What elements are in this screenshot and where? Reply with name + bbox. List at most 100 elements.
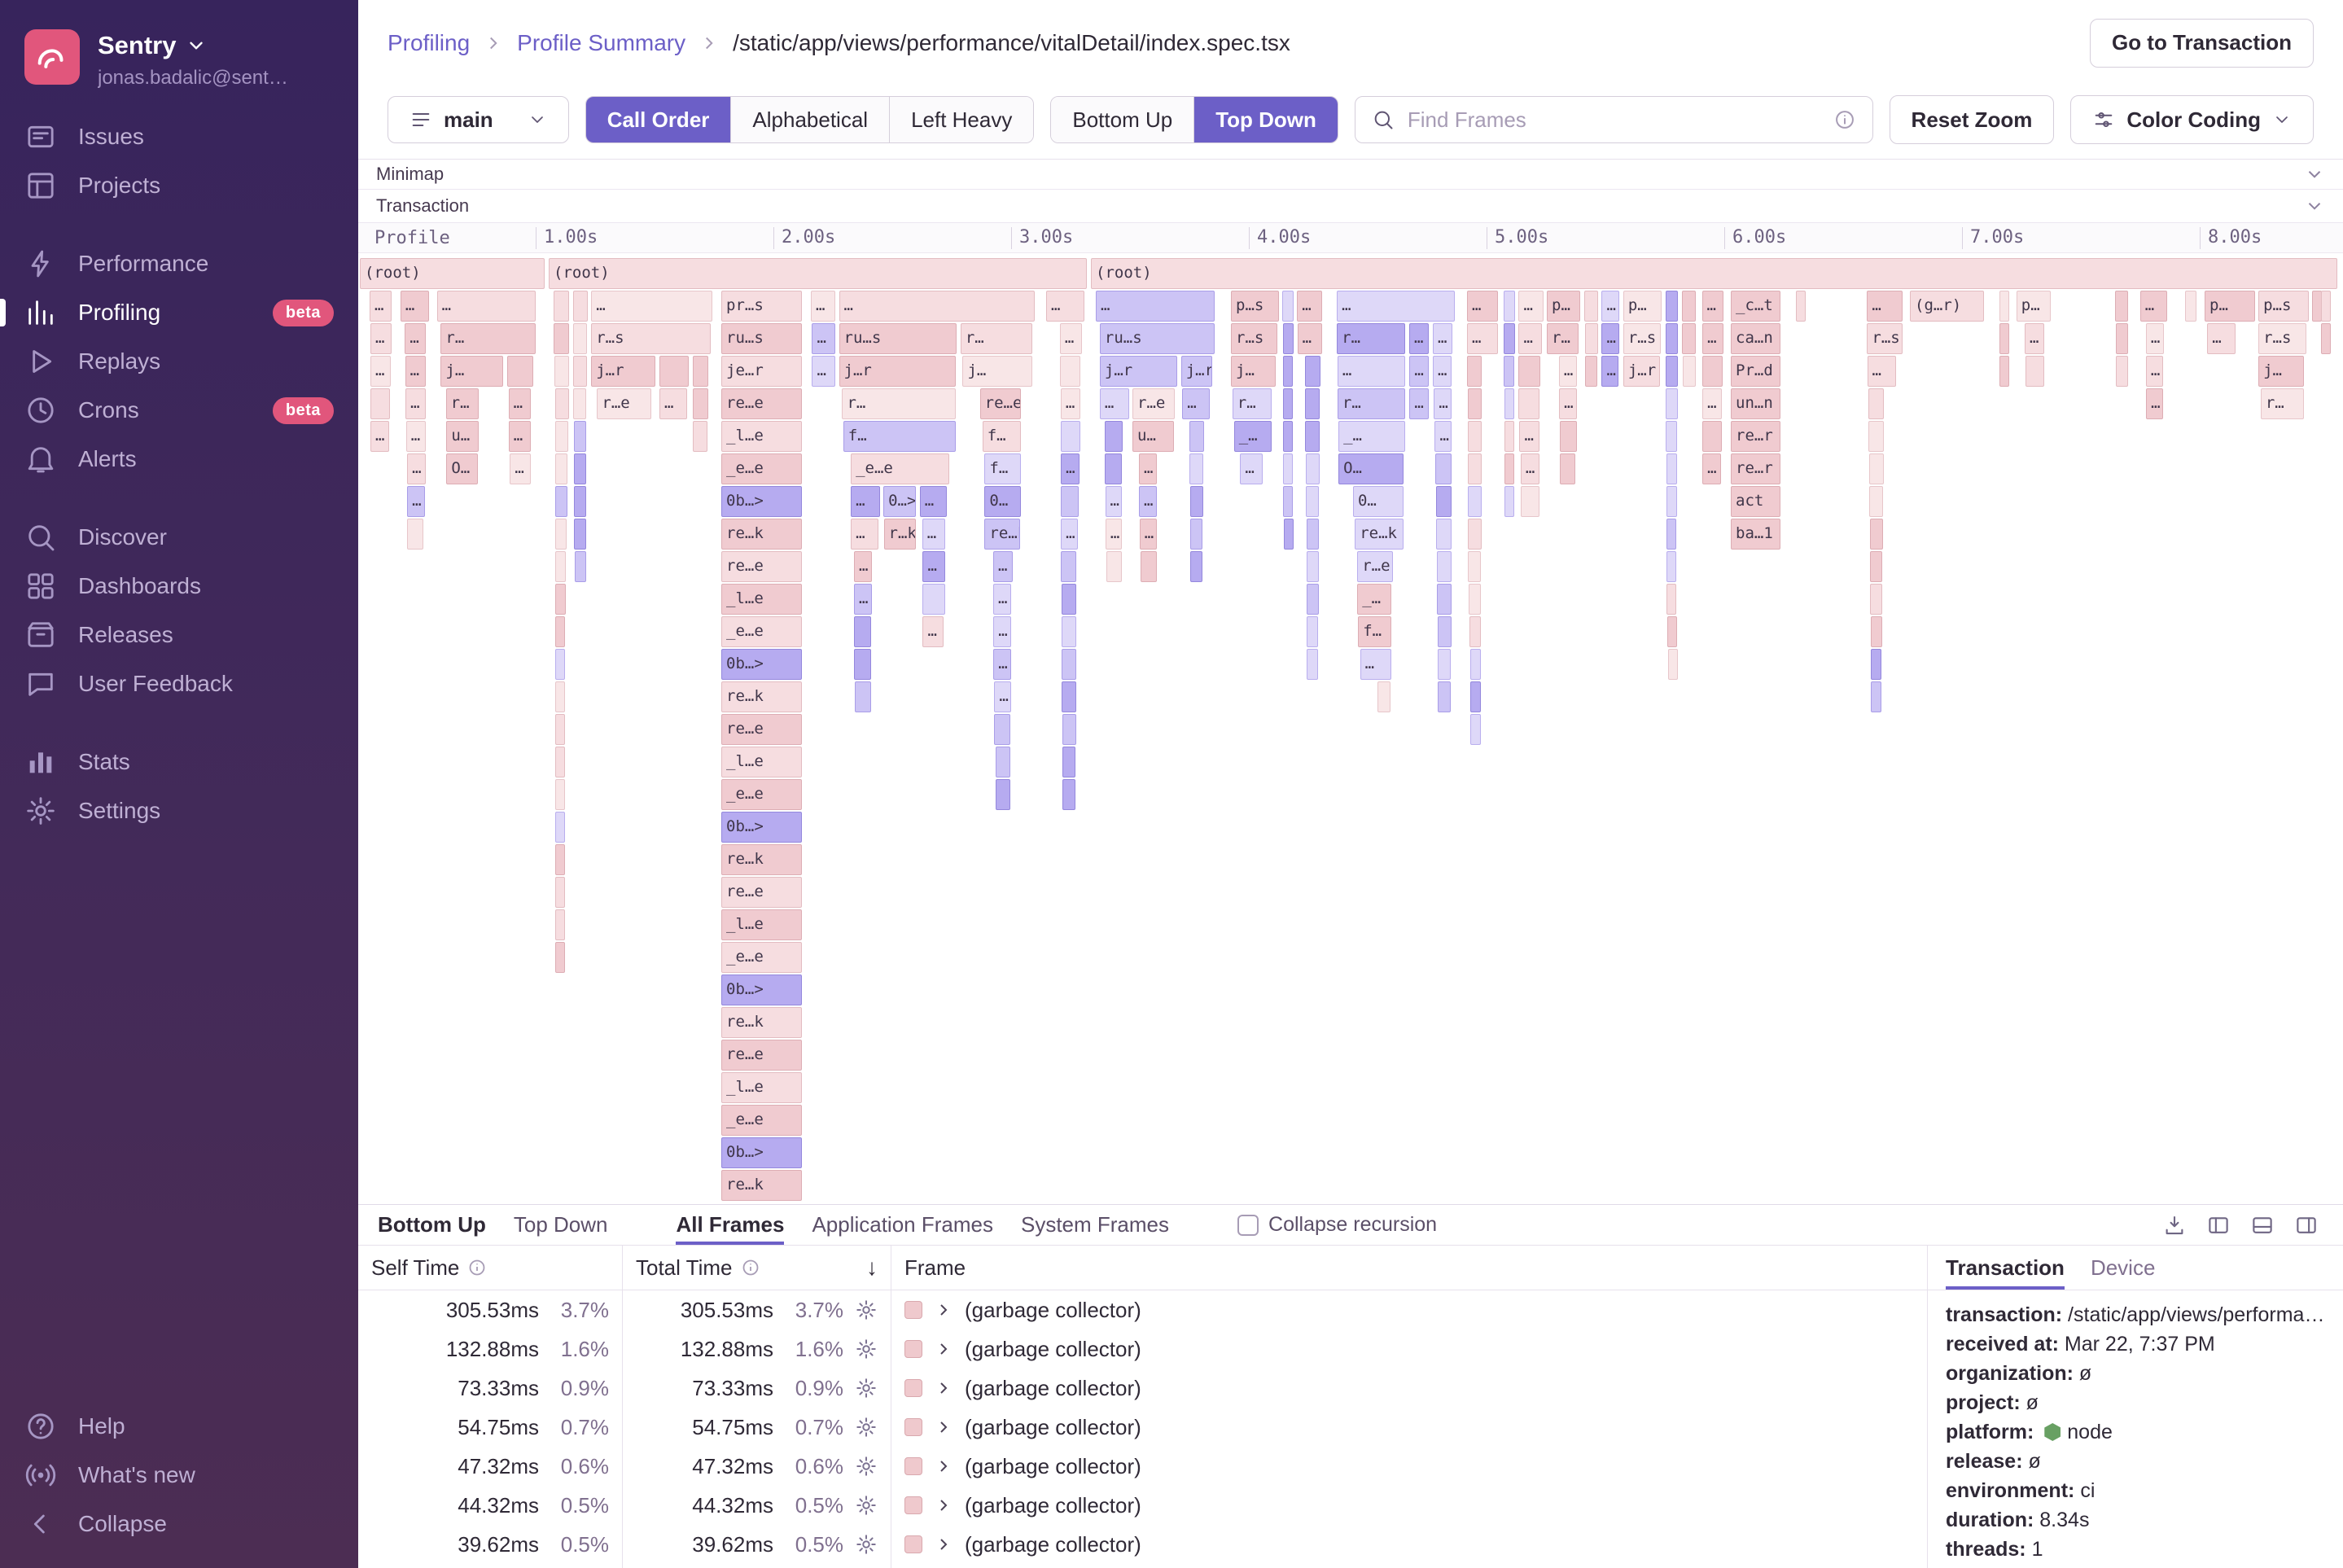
frame-row[interactable]: (garbage collector)	[891, 1447, 1927, 1486]
flame-frame[interactable]	[1190, 551, 1202, 582]
flame-frame[interactable]	[1377, 681, 1391, 712]
flame-frame[interactable]: (root)	[549, 258, 1087, 289]
flame-frame[interactable]	[1140, 551, 1157, 582]
flame-frame[interactable]: ru…s	[1099, 323, 1215, 354]
flame-frame[interactable]: _e…e	[721, 779, 802, 810]
gear-icon[interactable]	[855, 1494, 878, 1517]
flame-frame[interactable]: …	[811, 291, 836, 322]
info-icon[interactable]	[1833, 108, 1856, 131]
flame-frame[interactable]: …	[407, 453, 426, 484]
flame-frame[interactable]	[554, 681, 565, 712]
go-to-transaction-button[interactable]: Go to Transaction	[2089, 18, 2314, 68]
flame-frame[interactable]	[1106, 551, 1123, 582]
flame-frame[interactable]: …	[853, 551, 872, 582]
flame-frame[interactable]: _e…e	[721, 616, 802, 647]
flame-frame[interactable]	[1189, 421, 1204, 452]
flame-frame[interactable]	[572, 323, 588, 354]
flame-frame[interactable]	[1667, 649, 1678, 680]
flame-frame[interactable]: …	[1061, 519, 1078, 550]
flame-frame[interactable]: …	[508, 421, 531, 452]
flame-frame[interactable]	[1438, 681, 1451, 712]
expand-chevron-icon[interactable]	[934, 1496, 953, 1515]
flame-frame[interactable]	[2025, 356, 2045, 387]
flame-frame[interactable]	[1283, 519, 1294, 550]
flame-frame[interactable]	[554, 812, 565, 843]
flame-frame[interactable]: re…k	[1355, 519, 1404, 550]
flame-frame[interactable]: …	[1466, 291, 1499, 322]
self-time-header[interactable]: Self Time	[358, 1246, 622, 1290]
flame-frame[interactable]: (root)	[1091, 258, 2337, 289]
flame-frame[interactable]	[2115, 323, 2129, 354]
flame-frame[interactable]: 0b…>	[721, 1137, 802, 1168]
flame-frame[interactable]: Pr…d	[1731, 356, 1780, 387]
flame-frame[interactable]: re…e	[979, 388, 1021, 419]
flame-frame[interactable]	[1503, 323, 1515, 354]
flame-frame[interactable]: …	[1337, 291, 1455, 322]
flame-frame[interactable]	[692, 356, 708, 387]
flame-frame[interactable]: …	[1360, 649, 1391, 680]
flame-frame[interactable]: r…s	[1623, 323, 1661, 354]
flame-frame[interactable]	[1468, 486, 1482, 517]
flame-frame[interactable]: p…	[1623, 291, 1662, 322]
flame-frame[interactable]	[572, 291, 588, 322]
flame-frame[interactable]: …	[1558, 356, 1577, 387]
flame-frame[interactable]: r…	[1337, 388, 1405, 419]
flame-frame[interactable]: f…	[982, 421, 1022, 452]
flame-frame[interactable]: …	[370, 323, 392, 354]
flame-frame[interactable]: …	[2146, 388, 2163, 419]
flame-frame[interactable]	[554, 584, 567, 615]
flame-frame[interactable]: …	[1105, 486, 1123, 517]
sidebar-item-collapse[interactable]: Collapse	[0, 1500, 358, 1548]
flame-frame[interactable]	[1869, 486, 1883, 517]
flame-frame[interactable]: …	[370, 421, 390, 452]
flame-frame[interactable]	[2321, 323, 2332, 354]
flame-frame[interactable]	[1504, 388, 1515, 419]
flame-frame[interactable]	[1282, 388, 1293, 419]
flame-frame[interactable]	[574, 453, 586, 484]
flame-frame[interactable]: …	[1518, 323, 1542, 354]
org-header[interactable]: Sentry jonas.badalic@sent…	[0, 21, 358, 94]
flame-frame[interactable]: _e…e	[721, 1105, 802, 1136]
flame-frame[interactable]: r…e	[1132, 388, 1176, 419]
flame-frame[interactable]: …	[2024, 323, 2045, 354]
flame-frame[interactable]: …	[370, 356, 392, 387]
flame-frame[interactable]: p…	[2205, 291, 2255, 322]
flame-frame[interactable]	[554, 388, 569, 419]
flame-frame[interactable]	[573, 356, 588, 387]
flame-frame[interactable]: _e…e	[851, 453, 949, 484]
flame-frame[interactable]	[1868, 388, 1885, 419]
flame-frame[interactable]	[1666, 584, 1677, 615]
flame-frame[interactable]: _l…e	[721, 1072, 802, 1103]
flame-frame[interactable]: …	[1701, 291, 1724, 322]
flame-frame[interactable]: …	[922, 551, 945, 582]
flame-frame[interactable]	[554, 323, 569, 354]
flame-frame[interactable]: re…k	[721, 1007, 802, 1038]
flame-frame[interactable]	[1666, 519, 1677, 550]
flame-frame[interactable]	[1437, 584, 1452, 615]
flame-frame[interactable]: …	[405, 356, 426, 387]
flame-frame[interactable]	[574, 486, 586, 517]
flame-frame[interactable]	[554, 421, 568, 452]
expand-chevron-icon[interactable]	[934, 1535, 953, 1554]
flame-frame[interactable]: …	[2207, 323, 2236, 354]
flame-frame[interactable]: r…s	[1867, 323, 1903, 354]
flame-frame[interactable]: …	[1434, 388, 1452, 419]
flame-frame[interactable]	[1560, 421, 1577, 452]
flame-frame[interactable]	[1504, 421, 1515, 452]
panel-tab-system-frames[interactable]: System Frames	[1021, 1205, 1169, 1245]
flame-frame[interactable]: …	[1139, 519, 1157, 550]
flame-frame[interactable]	[922, 584, 945, 615]
frame-row[interactable]: (garbage collector)	[891, 1525, 1927, 1564]
flame-frame[interactable]: r…	[445, 388, 480, 419]
expand-chevron-icon[interactable]	[934, 1300, 953, 1320]
flame-frame[interactable]	[1468, 388, 1482, 419]
flame-frame[interactable]	[1665, 291, 1679, 322]
gear-icon[interactable]	[855, 1338, 878, 1360]
flame-frame[interactable]	[2184, 291, 2196, 322]
flame-frame[interactable]	[1189, 453, 1203, 484]
flame-frame[interactable]: re…r	[1731, 453, 1780, 484]
flame-frame[interactable]: j…r	[591, 356, 656, 387]
sort-option-left-heavy[interactable]: Left Heavy	[890, 97, 1034, 142]
flame-frame[interactable]: r…	[2260, 388, 2305, 419]
color-coding-dropdown[interactable]: Color Coding	[2070, 95, 2314, 144]
